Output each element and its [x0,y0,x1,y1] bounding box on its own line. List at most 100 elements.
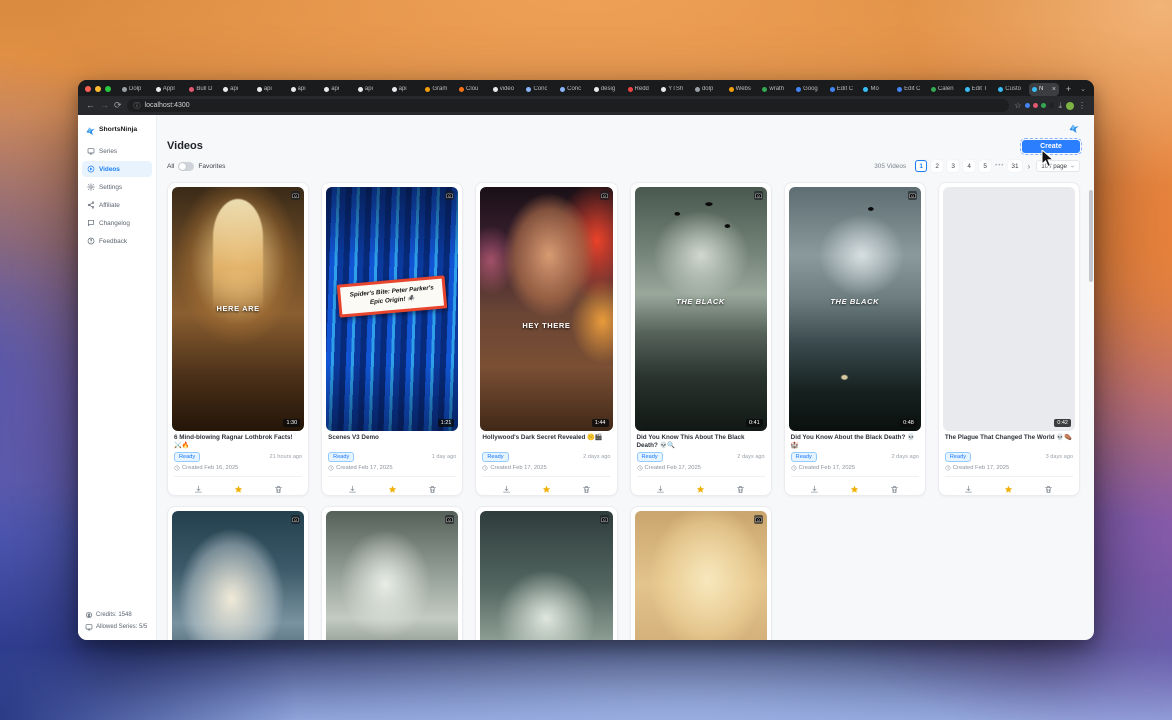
video-thumbnail[interactable]: 0:42 [943,187,1075,431]
browser-tab[interactable]: Mo [860,83,893,96]
browser-tab[interactable]: wrath [759,83,792,96]
download-button[interactable] [502,481,511,490]
browser-menu-icon[interactable]: ⋮ [1078,102,1086,110]
browser-tab[interactable]: video [490,83,523,96]
video-thumbnail[interactable]: THE BLACK0:48 [789,187,921,431]
page-button-4[interactable]: 4 [963,160,975,172]
sidebar-item-affiliate[interactable]: Affiliate [82,197,152,213]
browser-tab[interactable]: Bull D [186,83,219,96]
page-button-1[interactable]: 1 [915,160,927,172]
close-window-button[interactable] [85,86,91,92]
browser-tab[interactable]: Appl [153,83,186,96]
browser-tab[interactable]: Custo [995,83,1028,96]
video-card[interactable]: HERE ARE1:306 Mind-blowing Ragnar Lothbr… [167,182,309,496]
browser-tab[interactable]: api [389,83,422,96]
browser-tab[interactable]: Dolp [119,83,152,96]
page-button-3[interactable]: 3 [947,160,959,172]
browser-tab[interactable]: Conc [523,83,556,96]
video-card[interactable]: 0:42The Plague That Changed The World 💀⚰… [938,182,1080,496]
forward-button[interactable]: → [100,101,109,110]
browser-tab[interactable]: api [254,83,287,96]
video-thumbnail[interactable]: Spider's Bite: Peter Parker's Epic Origi… [326,187,458,431]
browser-tab[interactable]: Calen [928,83,961,96]
sidebar-item-videos[interactable]: Videos [82,161,152,177]
video-card[interactable]: THE BLACK0:41Did You Know This About The… [630,182,772,496]
page-button-31[interactable]: 31 [1008,160,1021,172]
sidebar-item-series[interactable]: Series [82,143,152,159]
delete-button[interactable] [890,481,899,490]
browser-tab[interactable]: N× [1029,83,1059,96]
tab-search-chevron-icon[interactable]: ⌄ [1078,85,1088,93]
address-bar[interactable]: ⓘ localhost:4300 [127,99,1010,112]
delete-button[interactable] [582,481,591,490]
sidebar-item-feedback[interactable]: Feedback [82,233,152,249]
video-thumbnail[interactable]: HEY THERE1:44 [480,187,612,431]
favorite-button[interactable] [850,481,859,490]
favorite-button[interactable] [696,481,705,490]
delete-button[interactable] [274,481,283,490]
extension-icon-4[interactable] [1049,103,1054,108]
extension-icon-2[interactable] [1033,103,1038,108]
browser-tab[interactable]: Edit C [827,83,860,96]
favorite-button[interactable] [1004,481,1013,490]
browser-tab[interactable]: Clou [456,83,489,96]
video-thumbnail[interactable] [326,511,458,640]
page-button-5[interactable]: 5 [979,160,991,172]
scrollbar[interactable] [1089,190,1093,282]
delete-button[interactable] [736,481,745,490]
reload-button[interactable]: ⟳ [114,101,122,110]
delete-button[interactable] [428,481,437,490]
sidebar-item-settings[interactable]: Settings [82,179,152,195]
delete-button[interactable] [1044,481,1053,490]
extension-icon-3[interactable] [1041,103,1046,108]
download-button[interactable] [348,481,357,490]
browser-tab[interactable]: Conc [557,83,590,96]
favorite-button[interactable] [542,481,551,490]
video-card[interactable]: HEY THERE1:44Hollywood's Dark Secret Rev… [475,182,617,496]
tab-close-icon[interactable]: × [1052,86,1056,93]
browser-tab[interactable]: api [288,83,321,96]
browser-tab[interactable]: desig [591,83,624,96]
browser-tab[interactable]: dolp [692,83,725,96]
browser-tab[interactable]: Edit T [962,83,995,96]
favorite-button[interactable] [388,481,397,490]
bookmark-star-icon[interactable]: ☆ [1014,102,1021,110]
zoom-window-button[interactable] [105,86,111,92]
download-tray-icon[interactable]: ⤓ [1058,102,1062,110]
download-button[interactable] [964,481,973,490]
profile-avatar[interactable] [1066,102,1074,110]
download-button[interactable] [656,481,665,490]
video-card[interactable]: THE BLACK0:48Did You Know About the Blac… [784,182,926,496]
new-tab-button[interactable]: + [1062,85,1075,94]
video-card[interactable] [167,506,309,640]
browser-tab[interactable]: api [355,83,388,96]
extension-icon-1[interactable] [1025,103,1030,108]
browser-tab[interactable]: Redd [625,83,658,96]
video-card[interactable] [475,506,617,640]
app-logo[interactable]: ShortsNinja [78,115,156,143]
favorite-button[interactable] [234,481,243,490]
video-thumbnail[interactable]: HERE ARE1:30 [172,187,304,431]
video-card[interactable] [321,506,463,640]
browser-tab[interactable]: Gram [422,83,455,96]
page-button-2[interactable]: 2 [931,160,943,172]
video-card[interactable] [630,506,772,640]
minimize-window-button[interactable] [95,86,101,92]
video-card[interactable]: Spider's Bite: Peter Parker's Epic Origi… [321,182,463,496]
download-button[interactable] [810,481,819,490]
sidebar-item-changelog[interactable]: Changelog [82,215,152,231]
browser-tab[interactable]: YTSh [658,83,691,96]
video-thumbnail[interactable]: THE BLACK0:41 [635,187,767,431]
video-thumbnail[interactable] [480,511,612,640]
browser-tab[interactable]: Webs [726,83,759,96]
shortsninja-logo-mark[interactable] [1068,122,1080,134]
browser-tab[interactable]: Goog [793,83,826,96]
download-button[interactable] [194,481,203,490]
video-thumbnail[interactable] [172,511,304,640]
back-button[interactable]: ← [86,101,95,110]
browser-tab[interactable]: api [321,83,354,96]
browser-tab[interactable]: api [220,83,253,96]
next-page-button[interactable]: › [1026,162,1033,171]
video-thumbnail[interactable] [635,511,767,640]
browser-tab[interactable]: Edit C [894,83,927,96]
